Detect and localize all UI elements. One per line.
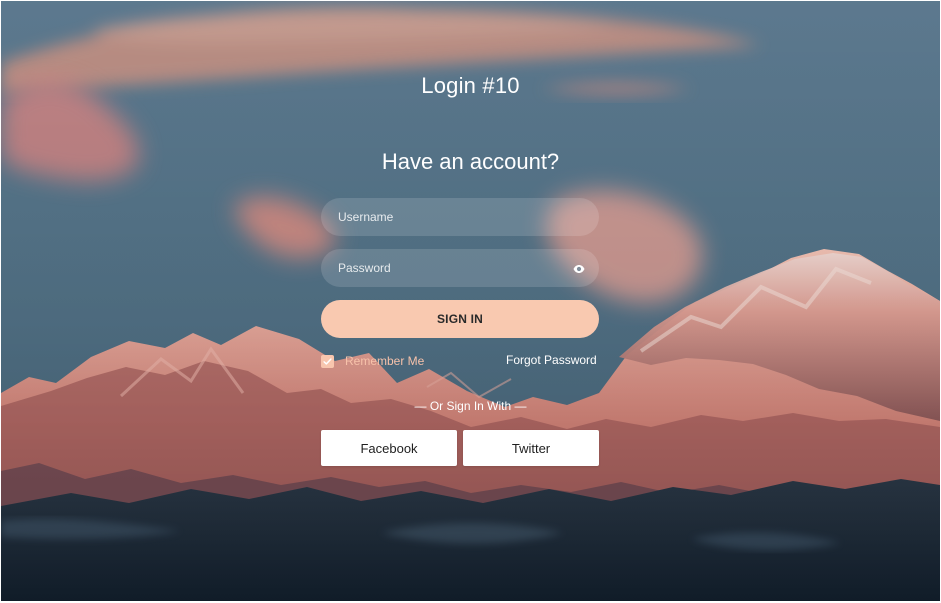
username-field[interactable]: [321, 198, 599, 236]
eye-icon[interactable]: [573, 262, 585, 274]
page-title: Login #10: [421, 73, 520, 98]
password-input[interactable]: [321, 249, 599, 287]
alt-sign-in-label: — Or Sign In With —: [414, 399, 527, 413]
page-subtitle: Have an account?: [381, 149, 560, 174]
sign-in-button[interactable]: SIGN IN: [321, 300, 599, 338]
facebook-button[interactable]: Facebook: [321, 430, 457, 466]
twitter-button[interactable]: Twitter: [463, 430, 599, 466]
forgot-password-link[interactable]: Forgot Password: [506, 353, 597, 367]
login-page: Login #10 Have an account? SIGN IN Remem…: [1, 1, 940, 601]
remember-me-label: Remember Me: [345, 354, 425, 368]
username-input[interactable]: [321, 198, 599, 236]
check-icon: [323, 357, 332, 365]
remember-me-checkbox[interactable]: [321, 354, 334, 368]
login-form-container: Login #10 Have an account? SIGN IN Remem…: [1, 1, 940, 601]
remember-me[interactable]: Remember Me: [321, 352, 424, 370]
password-field[interactable]: [321, 249, 599, 287]
